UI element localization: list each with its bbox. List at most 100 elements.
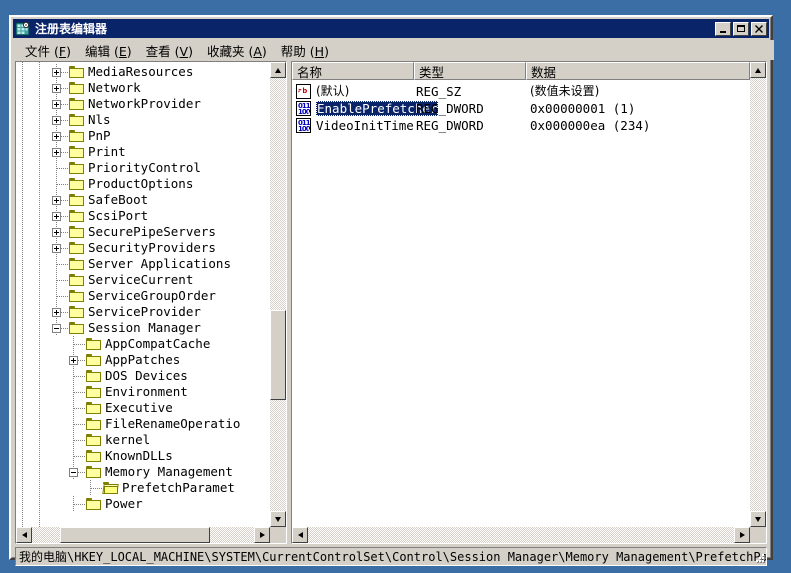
tree-expand-icon[interactable] — [52, 148, 61, 157]
minimize-button[interactable] — [715, 21, 731, 36]
tree-item[interactable]: Environment — [16, 384, 270, 400]
menu-file[interactable]: 文件 (F) — [18, 39, 78, 62]
tree-expand-icon[interactable] — [52, 212, 61, 221]
registry-value-row[interactable]: ab (默认) REG_SZ (数值未设置) — [292, 83, 750, 100]
folder-closed-icon — [69, 290, 85, 303]
tree-item-label: Environment — [105, 384, 188, 399]
tree-guide-line — [91, 488, 103, 489]
menu-favorites[interactable]: 收藏夹 (A) — [200, 39, 274, 62]
tree-item[interactable]: MediaResources — [16, 64, 270, 80]
tree-expand-icon[interactable] — [52, 84, 61, 93]
tree-item-label: SecurePipeServers — [88, 224, 216, 239]
tree-item-label: ServiceCurrent — [88, 272, 194, 287]
tree-collapse-icon[interactable] — [52, 324, 61, 333]
tree-item[interactable]: AppCompatCache — [16, 336, 270, 352]
tree-item-label: PrefetchParamet — [122, 480, 235, 495]
tree-expand-icon[interactable] — [52, 100, 61, 109]
tree-item-label: Server Applications — [88, 256, 231, 271]
tree-item[interactable]: AppPatches — [16, 352, 270, 368]
tree-expand-icon[interactable] — [52, 132, 61, 141]
folder-closed-icon — [69, 322, 85, 335]
tree-item[interactable]: ScsiPort — [16, 208, 270, 224]
list-scroll-right-button[interactable] — [734, 527, 750, 543]
menu-help-label: 帮助 — [280, 43, 306, 59]
list-scroll-left-button[interactable] — [292, 527, 308, 543]
list-column-headers: 名称 类型 数据 — [292, 62, 750, 80]
registry-tree-pane[interactable]: MediaResources Network NetworkProvider Nls P… — [15, 61, 287, 544]
tree-item[interactable]: PriorityControl — [16, 160, 270, 176]
tree-item[interactable]: Executive — [16, 400, 270, 416]
registry-tree[interactable]: MediaResources Network NetworkProvider Nls P… — [16, 62, 270, 527]
tree-item-label: ServiceProvider — [88, 304, 201, 319]
tree-scroll-left-button[interactable] — [16, 527, 32, 543]
tree-item[interactable]: ServiceCurrent — [16, 272, 270, 288]
tree-item[interactable]: Session Manager — [16, 320, 270, 336]
tree-expand-icon[interactable] — [52, 308, 61, 317]
tree-expand-icon[interactable] — [52, 68, 61, 77]
tree-item[interactable]: Network — [16, 80, 270, 96]
tree-item[interactable]: kernel — [16, 432, 270, 448]
tree-vscroll-thumb[interactable] — [270, 310, 286, 400]
tree-item[interactable]: Server Applications — [16, 256, 270, 272]
tree-item[interactable]: ProductOptions — [16, 176, 270, 192]
arrow-right-icon — [259, 532, 265, 538]
tree-item-label: SafeBoot — [88, 192, 149, 207]
column-header-data[interactable]: 数据 — [526, 62, 750, 80]
tree-item-label: DOS Devices — [105, 368, 188, 383]
tree-hscroll-thumb[interactable] — [60, 527, 210, 543]
tree-item-label: PnP — [88, 128, 111, 143]
list-scroll-down-button[interactable] — [750, 511, 766, 527]
registry-editor-icon — [15, 21, 31, 37]
folder-closed-icon — [86, 370, 102, 383]
list-hscroll-track[interactable] — [308, 527, 734, 543]
tree-item[interactable]: Print — [16, 144, 270, 160]
tree-expand-icon[interactable] — [52, 244, 61, 253]
tree-item[interactable]: DOS Devices — [16, 368, 270, 384]
resize-grip[interactable] — [752, 552, 765, 565]
maximize-button[interactable] — [733, 21, 749, 36]
list-scroll-up-button[interactable] — [750, 62, 766, 78]
tree-vscroll-track[interactable] — [270, 78, 286, 511]
close-button[interactable] — [751, 21, 767, 36]
tree-scroll-right-button[interactable] — [254, 527, 270, 543]
tree-item[interactable]: SecurityProviders — [16, 240, 270, 256]
folder-closed-icon — [69, 114, 85, 127]
column-header-type[interactable]: 类型 — [414, 62, 526, 80]
tree-expand-icon[interactable] — [69, 356, 78, 365]
registry-values-pane[interactable]: 名称 类型 数据 ab (默认) REG_SZ (数值未设置) 011 100 Enable… — [291, 61, 767, 544]
tree-item[interactable]: PrefetchParamet — [16, 480, 270, 496]
tree-item[interactable]: NetworkProvider — [16, 96, 270, 112]
tree-collapse-icon[interactable] — [69, 468, 78, 477]
tree-item[interactable]: FileRenameOperatio — [16, 416, 270, 432]
tree-item[interactable]: ServiceGroupOrder — [16, 288, 270, 304]
tree-item[interactable]: SecurePipeServers — [16, 224, 270, 240]
column-header-name[interactable]: 名称 — [292, 62, 414, 80]
tree-item[interactable]: PnP — [16, 128, 270, 144]
menu-edit[interactable]: 编辑 (E) — [78, 39, 139, 62]
registry-editor-window: 注册表编辑器 文件 (F) 编辑 (E) 查看 (V) 收藏夹 (A) 帮助 (… — [9, 15, 774, 566]
menu-help[interactable]: 帮助 (H) — [274, 39, 336, 62]
tree-item[interactable]: KnownDLLs — [16, 448, 270, 464]
tree-guide-line — [57, 280, 69, 281]
tree-item-label: Network — [88, 80, 141, 95]
registry-value-row[interactable]: 011 100 EnablePrefetcher REG_DWORD 0x0000000… — [292, 100, 750, 117]
menu-help-accel: H — [314, 43, 325, 59]
tree-item[interactable]: Power — [16, 496, 270, 512]
tree-item[interactable]: Nls — [16, 112, 270, 128]
list-vscroll-track[interactable] — [750, 78, 766, 511]
tree-scroll-up-button[interactable] — [270, 62, 286, 78]
tree-expand-icon[interactable] — [52, 196, 61, 205]
tree-expand-icon[interactable] — [52, 228, 61, 237]
arrow-up-icon — [275, 67, 281, 73]
tree-expand-icon[interactable] — [52, 116, 61, 125]
registry-value-row[interactable]: 011 100 VideoInitTime REG_DWORD 0x000000ea (… — [292, 117, 750, 134]
tree-item[interactable]: SafeBoot — [16, 192, 270, 208]
tree-scroll-down-button[interactable] — [270, 511, 286, 527]
menu-view[interactable]: 查看 (V) — [139, 39, 200, 62]
dword-value-icon: 011 100 — [296, 118, 311, 133]
tree-item[interactable]: Memory Management — [16, 464, 270, 480]
tree-item[interactable]: ServiceProvider — [16, 304, 270, 320]
title-bar[interactable]: 注册表编辑器 — [13, 19, 769, 38]
column-header-type-label: 类型 — [419, 64, 445, 80]
folder-closed-icon — [69, 146, 85, 159]
